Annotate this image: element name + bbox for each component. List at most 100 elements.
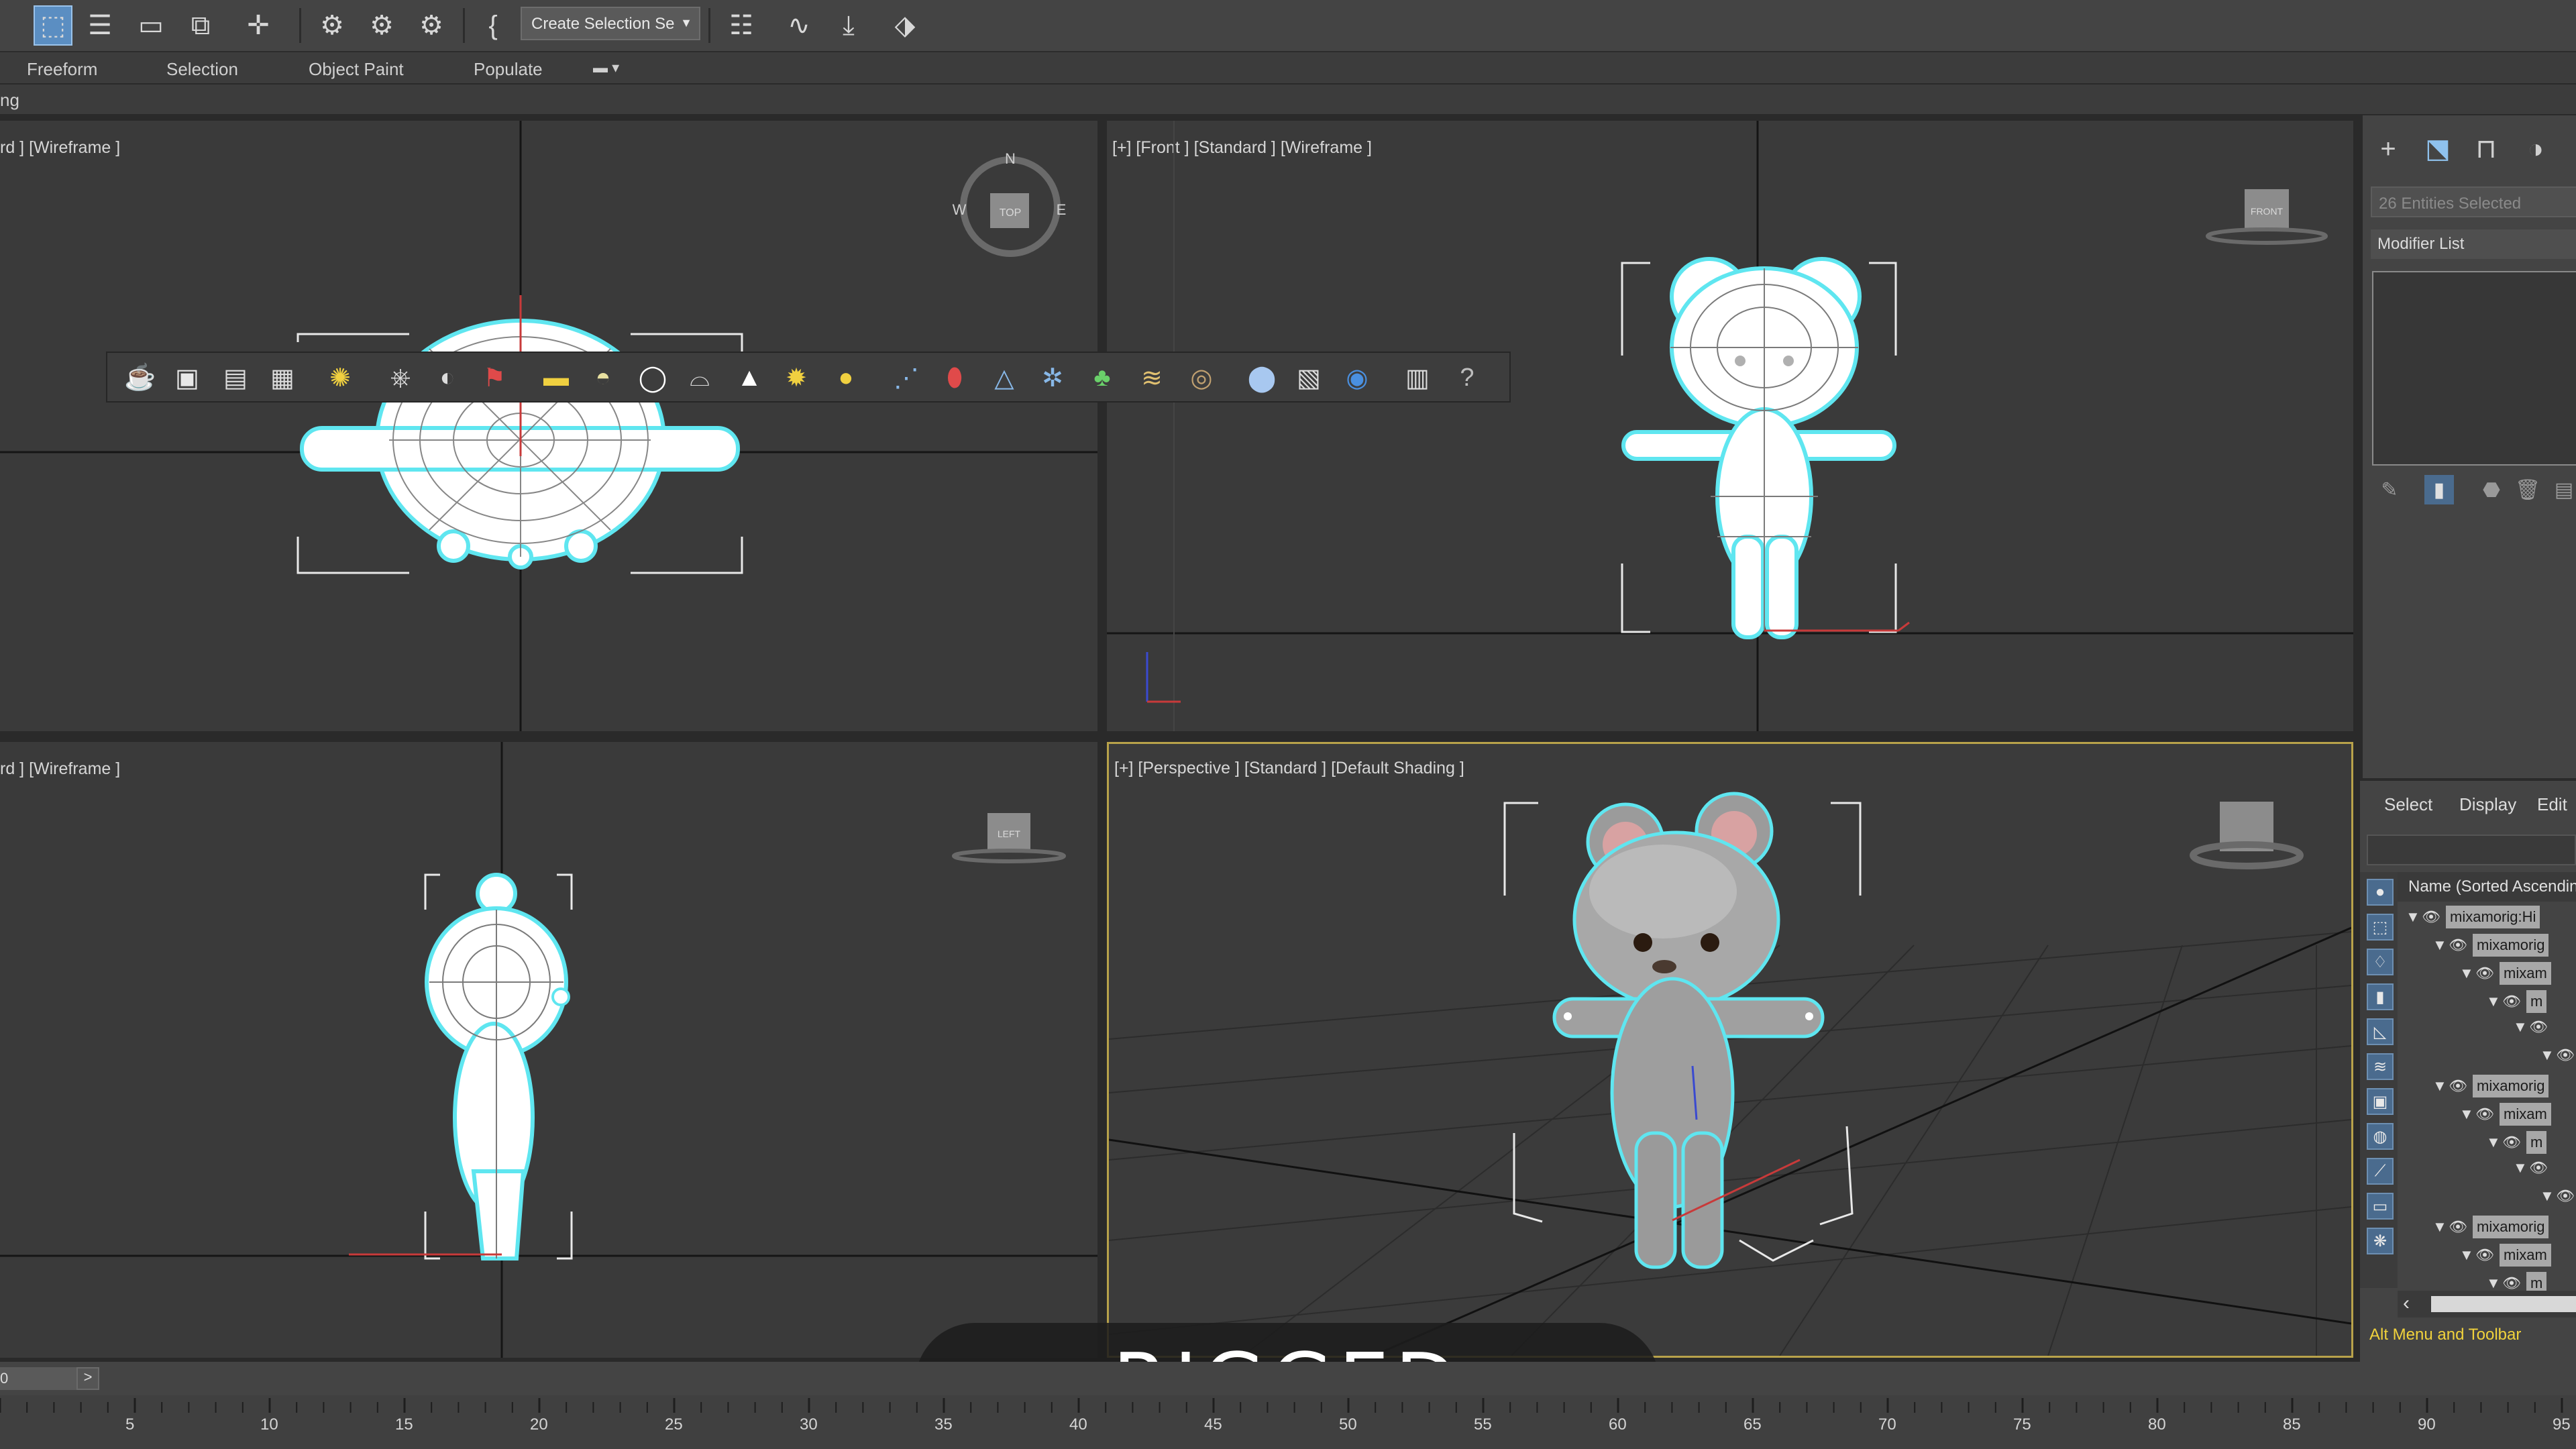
visibility-eye-icon[interactable]: 👁 — [2502, 1134, 2526, 1151]
plant-icon[interactable]: ♣ — [1084, 360, 1120, 396]
spacewarp-icon[interactable]: ⚑ — [476, 360, 513, 396]
filter-shapes-icon[interactable]: ⬚ — [2367, 914, 2394, 941]
visibility-eye-icon[interactable]: 👁 — [2502, 993, 2526, 1010]
material-ball-icon[interactable]: ⬤ — [1244, 360, 1280, 396]
select-by-name-icon[interactable]: ☰ — [80, 5, 119, 46]
rect-selection-icon[interactable]: ▭ — [131, 5, 170, 46]
visibility-eye-icon[interactable]: 👁 — [2449, 1077, 2473, 1095]
scene-object-name[interactable]: m — [2526, 1131, 2547, 1154]
render-setup-icon[interactable]: ▤ — [217, 360, 254, 396]
expand-arrow-icon[interactable]: ▼ — [2432, 936, 2449, 954]
curly-brace-icon[interactable]: { — [474, 5, 513, 46]
expand-arrow-icon[interactable]: ▼ — [2459, 1246, 2475, 1264]
scene-tree-row[interactable]: ▼ 👁 m — [2486, 1131, 2576, 1157]
sphere-light-icon[interactable]: ● — [828, 360, 864, 396]
scene-object-name[interactable] — [2553, 1026, 2561, 1032]
ribbon-options-icon[interactable]: ▬ ▾ — [593, 59, 619, 76]
scene-object-name[interactable]: mixam — [2500, 1244, 2551, 1267]
expand-arrow-icon[interactable]: ▼ — [2432, 1218, 2449, 1236]
scene-object-name[interactable]: mixamorig — [2473, 1075, 2549, 1097]
scrollbar-thumb[interactable] — [2431, 1296, 2576, 1312]
schematic-icon[interactable]: ⤓ — [829, 5, 868, 46]
selection-set-dropdown[interactable]: Create Selection Se ▼ — [521, 7, 700, 40]
visibility-eye-icon[interactable]: 👁 — [2556, 1046, 2576, 1064]
scene-list-header[interactable]: Name (Sorted Ascending) — [2398, 872, 2576, 902]
scene-tree-row[interactable]: ▼ 👁 mixamorig:Hi — [2406, 906, 2576, 931]
expand-arrow-icon[interactable]: ▼ — [2459, 1106, 2475, 1123]
modifier-stack[interactable] — [2372, 271, 2576, 466]
visibility-eye-icon[interactable]: 👁 — [2556, 1187, 2576, 1205]
hair-icon[interactable]: ≋ — [1134, 360, 1170, 396]
visibility-eye-icon[interactable]: 👁 — [2475, 1246, 2500, 1264]
scene-object-name[interactable]: mixamorig:Hi — [2446, 906, 2540, 928]
scene-tree-row[interactable]: ▼ 👁 mixamorig — [2432, 934, 2576, 959]
export-icon[interactable]: ▥ — [1399, 360, 1436, 396]
visibility-eye-icon[interactable]: 👁 — [2449, 1218, 2473, 1236]
viewport-left[interactable]: rd ] [Wireframe ] LEFT — [0, 742, 1097, 1358]
table-icon[interactable]: ▦ — [264, 360, 301, 396]
tab-selection[interactable]: Selection — [166, 59, 238, 80]
scene-tree-row[interactable]: ▼ 👁 mixam — [2459, 1244, 2576, 1269]
material-editor-icon[interactable]: ⬗ — [885, 5, 924, 46]
scene-object-name[interactable]: mixam — [2500, 962, 2551, 985]
show-end-result-icon[interactable]: ▮ — [2424, 475, 2454, 504]
scene-object-name[interactable]: m — [2526, 990, 2547, 1013]
circle-icon[interactable]: ◯ — [635, 360, 671, 396]
visibility-eye-icon[interactable]: 👁 — [2449, 936, 2473, 954]
track-bar[interactable]: 5 10 15 20 25 30 35 40 45 50 55 60 65 70 75 80 85 90 95 — [0, 1395, 2576, 1449]
sun-icon[interactable]: ✹ — [778, 360, 814, 396]
modify-tab-icon[interactable]: ⬔ — [2418, 129, 2458, 169]
hierarchy-tab-icon[interactable]: ⊓ — [2466, 129, 2506, 169]
teapot-icon[interactable]: ☕ — [122, 360, 158, 396]
scroll-left-icon[interactable]: ‹ — [2403, 1292, 2410, 1315]
expand-arrow-icon[interactable]: ▼ — [2432, 1077, 2449, 1095]
display-tab-icon[interactable]: ▮ — [2561, 129, 2576, 169]
modifier-list-dropdown[interactable]: Modifier List — [2371, 229, 2576, 259]
scene-tree-row[interactable]: ▼ 👁 m — [2486, 990, 2576, 1016]
scene-object-name[interactable]: mixam — [2500, 1103, 2551, 1126]
menu-select[interactable]: Select — [2384, 794, 2432, 815]
next-frame-button[interactable]: > — [76, 1367, 99, 1390]
scene-search-input[interactable] — [2367, 835, 2576, 865]
tab-populate[interactable]: Populate — [474, 59, 543, 80]
link-icon[interactable]: ⚙ — [313, 5, 352, 46]
expand-arrow-icon[interactable]: ▼ — [2486, 1275, 2502, 1292]
configure-icon[interactable]: ▤ — [2549, 475, 2576, 504]
expand-arrow-icon[interactable]: ▼ — [2513, 1159, 2529, 1177]
cone-icon[interactable]: ▲ — [731, 360, 767, 396]
filter-xrefs-icon[interactable]: ◍ — [2367, 1123, 2394, 1150]
light-icon[interactable]: ✺ — [322, 360, 358, 396]
scene-tree-row[interactable]: ▼ 👁 — [2513, 1159, 2576, 1185]
make-unique-icon[interactable]: ⬣ — [2477, 475, 2506, 504]
scene-tree-row[interactable]: ▼ 👁 — [2540, 1046, 2576, 1072]
pin-stack-icon[interactable]: ✎ — [2375, 475, 2404, 504]
filter-containers-icon[interactable]: ▭ — [2367, 1193, 2394, 1220]
filter-geometry-icon[interactable]: ● — [2367, 879, 2394, 906]
select-object-icon[interactable]: ⬚ — [34, 5, 72, 46]
selection-name-field[interactable]: 26 Entities Selected — [2371, 186, 2576, 217]
visibility-eye-icon[interactable]: 👁 — [2475, 965, 2500, 982]
scene-tree-row[interactable]: ▼ 👁 — [2540, 1187, 2576, 1213]
filter-groups-icon[interactable]: ▣ — [2367, 1088, 2394, 1115]
scene-object-name[interactable] — [2553, 1167, 2561, 1173]
window-crossing-icon[interactable]: ⧉ — [181, 5, 220, 46]
expand-arrow-icon[interactable]: ▼ — [2459, 965, 2475, 982]
gear-icon[interactable]: ✲ — [1034, 360, 1071, 396]
help-icon[interactable]: ? — [1449, 360, 1485, 396]
visibility-eye-icon[interactable]: 👁 — [2529, 1159, 2553, 1177]
filter-lights-icon[interactable]: ♢ — [2367, 949, 2394, 975]
filter-all-icon[interactable]: ❋ — [2367, 1228, 2394, 1254]
visibility-eye-icon[interactable]: 👁 — [2422, 908, 2446, 926]
dome-icon[interactable]: ⌓ — [682, 360, 718, 396]
scene-tree-row[interactable]: ▼ 👁 mixam — [2459, 1103, 2576, 1128]
scene-tree-row[interactable]: ▼ 👁 mixamorig — [2432, 1075, 2576, 1100]
scene-object-name[interactable]: mixamorig — [2473, 1216, 2549, 1238]
bind-space-warp-icon[interactable]: ⚙ — [412, 5, 451, 46]
curve-editor-icon[interactable]: ∿ — [780, 5, 818, 46]
pyramid-icon[interactable]: △ — [986, 360, 1022, 396]
expand-arrow-icon[interactable]: ▼ — [2486, 993, 2502, 1010]
shell-icon[interactable]: ◎ — [1183, 360, 1220, 396]
unlink-icon[interactable]: ⚙ — [362, 5, 401, 46]
expand-arrow-icon[interactable]: ▼ — [2513, 1018, 2529, 1036]
camera-icon[interactable]: ⎈ — [382, 360, 419, 396]
